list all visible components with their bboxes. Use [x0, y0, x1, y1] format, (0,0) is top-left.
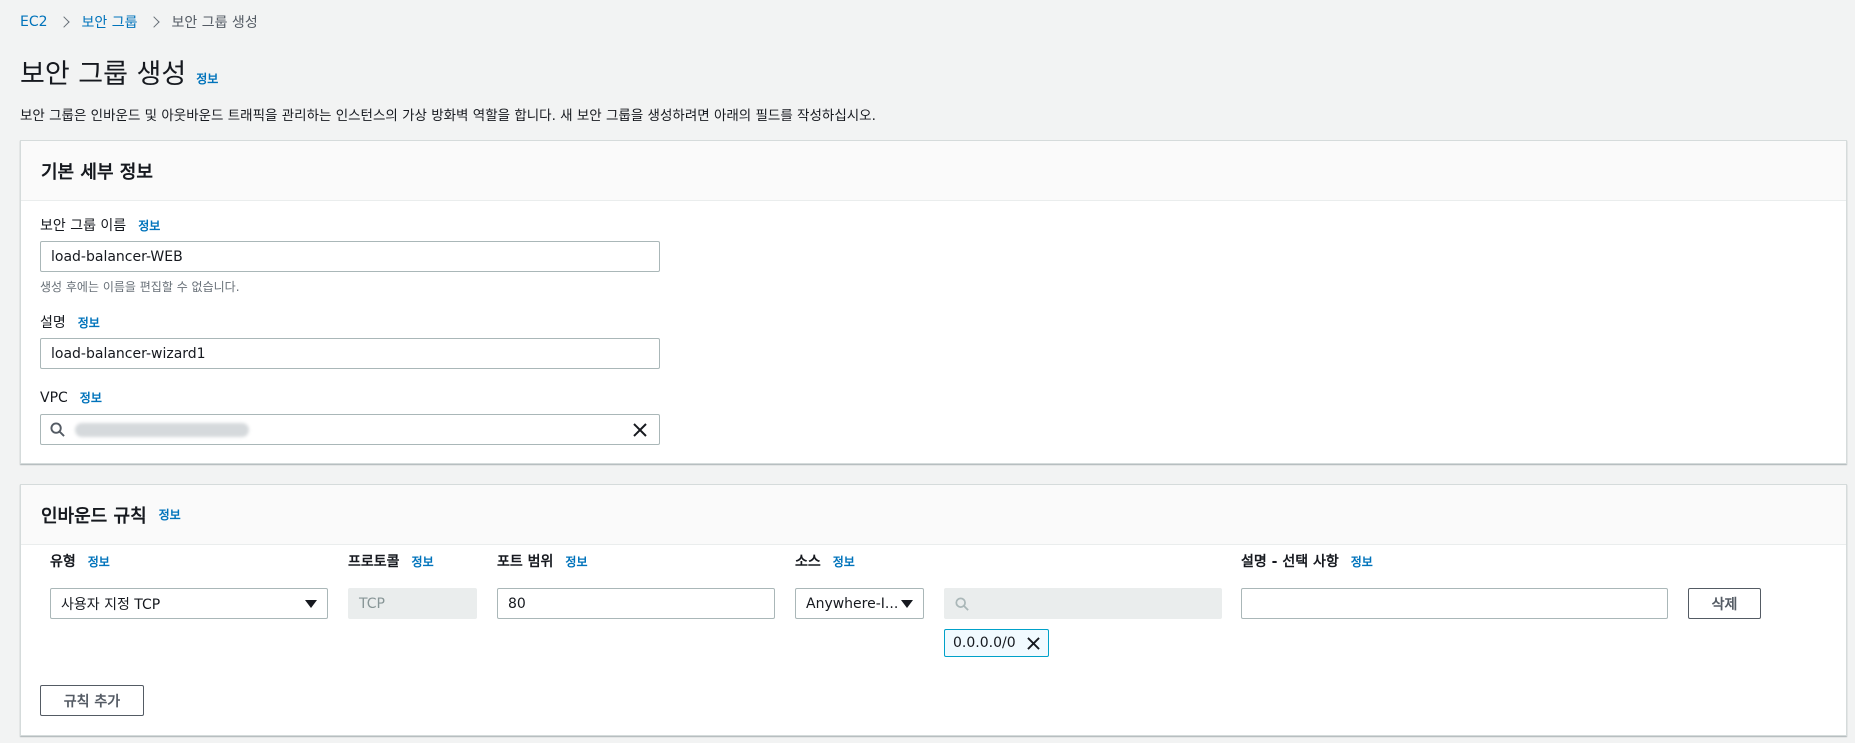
- breadcrumb-current: 보안 그룹 생성: [171, 15, 258, 31]
- caret-down-icon: [305, 599, 317, 608]
- column-protocol: 프로토콜 정보: [348, 551, 434, 571]
- description-label-text: 설명: [40, 315, 66, 331]
- name-label-text: 보안 그룹 이름: [40, 218, 127, 234]
- description-input[interactable]: load-balancer-wizard1: [40, 338, 660, 369]
- security-group-name-input[interactable]: load-balancer-WEB: [40, 241, 660, 272]
- page-info-link[interactable]: 정보: [196, 70, 218, 87]
- page-title-row: 보안 그룹 생성 정보: [20, 52, 218, 91]
- search-icon: [955, 596, 969, 611]
- basic-details-header: 기본 세부 정보: [21, 141, 1846, 201]
- vpc-label: VPC 정보: [40, 389, 102, 406]
- port-range-input[interactable]: 80: [497, 588, 775, 619]
- page-title: 보안 그룹 생성: [20, 59, 187, 90]
- inbound-rules-header: 인바운드 규칙 정보: [21, 485, 1846, 545]
- source-info-link[interactable]: 정보: [833, 553, 855, 570]
- source-select[interactable]: Anywhere-I...: [795, 588, 924, 619]
- vpc-info-link[interactable]: 정보: [80, 389, 102, 406]
- rule-description-input[interactable]: [1241, 588, 1668, 619]
- remove-token-icon[interactable]: [1027, 636, 1040, 650]
- column-description-text: 설명 - 선택 사항: [1241, 554, 1339, 570]
- delete-rule-button[interactable]: 삭제: [1688, 588, 1761, 619]
- chevron-right-icon: [147, 16, 160, 28]
- clear-icon[interactable]: [633, 422, 647, 437]
- caret-down-icon: [901, 599, 913, 608]
- column-protocol-text: 프로토콜: [348, 554, 400, 570]
- search-icon: [50, 422, 65, 437]
- description-label: 설명 정보: [40, 312, 100, 332]
- port-info-link[interactable]: 정보: [565, 553, 587, 570]
- name-hint: 생성 후에는 이름을 편집할 수 없습니다.: [40, 280, 240, 294]
- description-info-link[interactable]: 정보: [78, 314, 100, 331]
- security-group-name-label: 보안 그룹 이름 정보: [40, 215, 160, 235]
- column-port-text: 포트 범위: [497, 554, 554, 570]
- name-info-link[interactable]: 정보: [138, 217, 160, 234]
- type-select-value: 사용자 지정 TCP: [61, 596, 161, 613]
- column-source: 소스 정보: [795, 551, 855, 571]
- inbound-info-link[interactable]: 정보: [159, 506, 181, 523]
- breadcrumb-security-groups[interactable]: 보안 그룹: [82, 12, 138, 32]
- protocol-field: TCP: [348, 588, 477, 619]
- breadcrumb-ec2[interactable]: EC2: [20, 14, 48, 30]
- cidr-token: 0.0.0.0/0: [944, 629, 1049, 657]
- inbound-rules-panel: 인바운드 규칙 정보 유형 정보 프로토콜 정보 포트 범위 정보 소스 정보 …: [20, 484, 1847, 736]
- column-type-text: 유형: [50, 554, 76, 570]
- column-type: 유형 정보: [50, 551, 110, 571]
- page-description: 보안 그룹은 인바운드 및 아웃바운드 트래픽을 관리하는 인스턴스의 가상 방…: [20, 108, 876, 124]
- column-source-text: 소스: [795, 554, 821, 570]
- type-select[interactable]: 사용자 지정 TCP: [50, 588, 328, 619]
- basic-details-panel: 기본 세부 정보 보안 그룹 이름 정보 load-balancer-WEB 생…: [20, 140, 1847, 464]
- vpc-label-text: VPC: [40, 389, 68, 406]
- source-select-value: Anywhere-I...: [806, 595, 899, 612]
- column-description: 설명 - 선택 사항 정보: [1241, 551, 1373, 571]
- description-col-info-link[interactable]: 정보: [1351, 553, 1373, 570]
- breadcrumb: EC2 보안 그룹 보안 그룹 생성: [20, 12, 258, 32]
- cidr-token-value: 0.0.0.0/0: [953, 635, 1016, 651]
- column-port-range: 포트 범위 정보: [497, 551, 588, 571]
- type-info-link[interactable]: 정보: [88, 553, 110, 570]
- add-rule-button[interactable]: 규칙 추가: [40, 685, 144, 716]
- vpc-value-redacted: [75, 422, 249, 437]
- chevron-right-icon: [57, 16, 70, 28]
- vpc-select[interactable]: [40, 414, 660, 445]
- inbound-rules-title: 인바운드 규칙: [41, 505, 147, 527]
- protocol-info-link[interactable]: 정보: [412, 553, 434, 570]
- cidr-search-input[interactable]: [944, 588, 1222, 619]
